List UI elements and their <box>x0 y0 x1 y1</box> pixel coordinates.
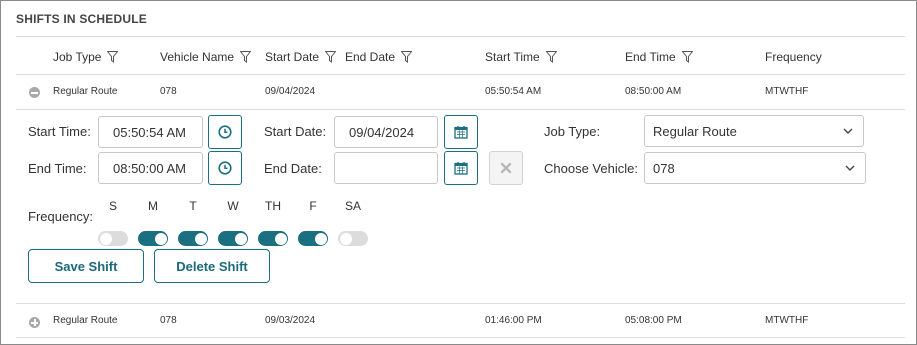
cell-job-type: Regular Route <box>53 315 118 326</box>
choose-vehicle-label: Choose Vehicle: <box>544 161 638 176</box>
collapse-icon[interactable] <box>29 87 40 98</box>
day-toggle-friday[interactable] <box>298 231 328 246</box>
cell-start-time: 01:46:00 PM <box>485 315 542 326</box>
divider <box>16 74 905 75</box>
cell-start-date: 09/03/2024 <box>265 315 316 326</box>
column-header-frequency: Frequency <box>765 50 822 64</box>
start-time-picker-button[interactable] <box>208 115 242 149</box>
end-time-label: End Time: <box>28 161 87 176</box>
divider <box>16 337 905 338</box>
start-date-picker-button[interactable] <box>444 115 478 149</box>
filter-icon[interactable] <box>325 51 337 63</box>
end-time-picker-button[interactable] <box>208 151 242 185</box>
job-type-select[interactable]: Regular Route <box>644 115 864 147</box>
divider <box>16 303 905 304</box>
day-toggle-monday[interactable] <box>138 231 168 246</box>
shifts-panel: SHIFTS IN SCHEDULE Job Type Vehicle Name… <box>0 0 917 345</box>
start-time-input[interactable]: 05:50:54 AM <box>98 116 203 148</box>
chevron-down-icon <box>845 165 855 171</box>
cell-end-time: 05:08:00 PM <box>625 315 682 326</box>
clear-x-icon <box>500 162 512 174</box>
divider <box>16 109 905 110</box>
cell-start-time: 05:50:54 AM <box>485 86 542 97</box>
calendar-icon <box>454 126 468 139</box>
expand-icon[interactable] <box>29 317 40 328</box>
column-label: End Time <box>625 50 676 64</box>
save-shift-button[interactable]: Save Shift <box>28 249 144 283</box>
column-label: Start Time <box>485 50 540 64</box>
clear-end-date-button[interactable] <box>489 151 523 185</box>
section-title: SHIFTS IN SCHEDULE <box>16 12 147 26</box>
end-date-picker-button[interactable] <box>444 151 478 185</box>
day-label-tuesday: T <box>189 199 197 213</box>
cell-start-date: 09/04/2024 <box>265 86 316 97</box>
clock-icon <box>218 161 232 175</box>
start-date-input[interactable]: 09/04/2024 <box>334 116 438 148</box>
start-date-label: Start Date: <box>264 124 327 139</box>
cell-frequency: MTWTHF <box>765 86 809 97</box>
day-label-saturday: SA <box>344 199 361 213</box>
column-header-start-time[interactable]: Start Time <box>485 50 557 64</box>
filter-icon[interactable] <box>401 51 413 63</box>
day-toggle-sunday[interactable] <box>98 231 128 246</box>
vehicle-value: 078 <box>653 160 675 176</box>
day-toggle-thursday[interactable] <box>258 231 288 246</box>
filter-icon[interactable] <box>107 51 119 63</box>
column-label: Frequency <box>765 50 822 64</box>
end-time-input[interactable]: 08:50:00 AM <box>98 152 203 184</box>
divider <box>16 36 905 37</box>
day-toggle-wednesday[interactable] <box>218 231 248 246</box>
column-header-start-date[interactable]: Start Date <box>265 50 337 64</box>
column-label: End Date <box>345 50 396 64</box>
job-type-label: Job Type: <box>544 124 601 139</box>
start-time-label: Start Time: <box>28 124 91 139</box>
delete-shift-button[interactable]: Delete Shift <box>154 249 270 283</box>
cell-end-time: 08:50:00 AM <box>625 86 682 97</box>
end-date-input[interactable] <box>334 152 438 184</box>
column-header-vehicle-name[interactable]: Vehicle Name <box>160 50 252 64</box>
clock-icon <box>218 125 232 139</box>
day-label-monday: M <box>148 199 158 213</box>
frequency-label: Frequency: <box>28 209 94 224</box>
filter-icon[interactable] <box>545 51 557 63</box>
filter-icon[interactable] <box>681 51 693 63</box>
filter-icon[interactable] <box>240 51 252 63</box>
day-toggle-tuesday[interactable] <box>178 231 208 246</box>
calendar-icon <box>454 162 468 175</box>
job-type-value: Regular Route <box>653 123 737 139</box>
column-label: Vehicle Name <box>160 50 235 64</box>
cell-job-type: Regular Route <box>53 86 118 97</box>
chevron-down-icon <box>843 128 853 134</box>
day-label-wednesday: W <box>227 199 239 213</box>
column-header-end-time[interactable]: End Time <box>625 50 693 64</box>
cell-vehicle: 078 <box>160 315 177 326</box>
cell-frequency: MTWTHF <box>765 315 809 326</box>
column-header-job-type[interactable]: Job Type <box>53 50 119 64</box>
vehicle-select[interactable]: 078 <box>644 152 866 184</box>
day-label-friday: F <box>309 199 317 213</box>
column-header-end-date[interactable]: End Date <box>345 50 413 64</box>
day-label-thursday: TH <box>265 199 281 213</box>
column-label: Start Date <box>265 50 320 64</box>
end-date-label: End Date: <box>264 161 322 176</box>
column-label: Job Type <box>53 50 102 64</box>
day-toggle-saturday[interactable] <box>338 231 368 246</box>
day-label-sunday: S <box>108 199 117 213</box>
cell-vehicle: 078 <box>160 86 177 97</box>
